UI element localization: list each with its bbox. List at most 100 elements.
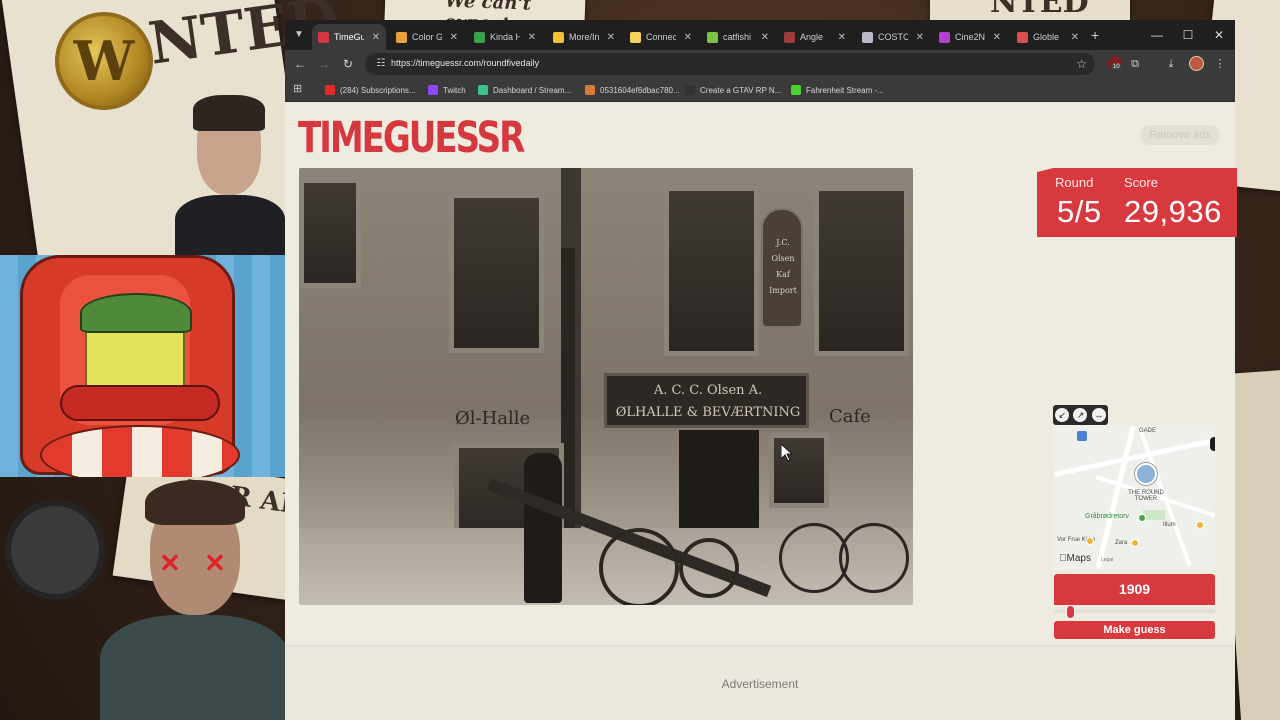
tab-label: Connect: [646, 32, 676, 42]
browser-tab[interactable]: Connect ✕: [624, 24, 698, 50]
map-park: [1143, 510, 1165, 520]
download-icon[interactable]: ⤓: [1163, 56, 1179, 72]
year-slider[interactable]: [1054, 605, 1215, 619]
pin-map-icon[interactable]: ↔: [1091, 408, 1106, 422]
map-pin-yellow[interactable]: [1131, 539, 1139, 547]
tab-strip: ▼ TimeGu✕Color G✕Kinda H✕More/In✕Connect…: [285, 20, 1235, 50]
bookmark-favicon-icon: [325, 85, 335, 95]
extension-icon[interactable]: 10: [1108, 56, 1122, 70]
tab-search-icon[interactable]: ▼: [291, 27, 307, 43]
photo-shop-sign: A. C. C. Olsen A. ØLHALLE & BEVÆRTNING: [604, 373, 809, 428]
round-tower-marker-icon[interactable]: [1135, 463, 1157, 485]
minimize-button[interactable]: —: [1147, 26, 1167, 44]
bookmark-item[interactable]: 0531604ef6dbac780...: [585, 82, 680, 98]
year-slider-track[interactable]: [1054, 609, 1215, 613]
guess-map[interactable]: GADE THE ROUND TOWER Gråbrødretorv Illum…: [1053, 425, 1215, 570]
apps-grid-icon[interactable]: ⊞: [293, 82, 307, 96]
profile-avatar[interactable]: [1189, 56, 1204, 71]
map-legal-link[interactable]: Legal: [1101, 557, 1113, 563]
browser-tab[interactable]: COSTCO ✕: [856, 24, 930, 50]
bookmark-label: Twitch: [443, 85, 466, 95]
tab-close-icon[interactable]: ✕: [993, 32, 1001, 43]
make-guess-button[interactable]: Make guess: [1054, 621, 1215, 639]
timeguessr-logo[interactable]: TIMEGUESSR: [298, 113, 525, 163]
tab-close-icon[interactable]: ✕: [528, 32, 536, 43]
map-location-icon[interactable]: [1077, 431, 1087, 441]
avatar-hair: [193, 95, 265, 131]
tab-label: Color G: [412, 32, 442, 42]
apple-maps-brand: Maps: [1059, 553, 1091, 564]
bookmark-label: Fahrenheit Stream -...: [806, 85, 884, 95]
menu-kebab-icon[interactable]: ⋮: [1212, 56, 1228, 72]
tab-favicon-icon: [1017, 31, 1028, 43]
score-card: Round Score 5/5 29,936: [1037, 168, 1237, 237]
tab-close-icon[interactable]: ✕: [372, 32, 380, 43]
extension-count: 10: [1111, 64, 1122, 70]
avatar-body: [175, 195, 285, 255]
map-zara-label: Zara: [1115, 540, 1128, 546]
reload-icon[interactable]: ↻: [339, 55, 357, 73]
historic-photo[interactable]: J.C. Olsen Kaf Import A. C. C. Olsen A. …: [299, 168, 913, 605]
tab-favicon-icon: [862, 31, 873, 43]
expand-map-icon[interactable]: ↗: [1073, 408, 1088, 422]
map-pin-yellow[interactable]: [1086, 537, 1094, 545]
bookmark-item[interactable]: Fahrenheit Stream -...: [791, 82, 884, 98]
bookmark-label: Create a GTAV RP N...: [700, 85, 782, 95]
maximize-button[interactable]: ☐: [1178, 26, 1198, 44]
site-info-icon[interactable]: ☷: [373, 56, 389, 72]
tab-close-icon[interactable]: ✕: [607, 32, 615, 43]
round-value: 5/5: [1057, 194, 1102, 229]
back-arrow-icon[interactable]: ←: [291, 55, 309, 73]
browser-tab[interactable]: catfishi ✕: [701, 24, 775, 50]
year-slider-thumb[interactable]: [1066, 605, 1075, 619]
badge-letter: W: [73, 29, 135, 93]
browser-tab[interactable]: More/In ✕: [547, 24, 621, 50]
tab-favicon-icon: [318, 31, 329, 43]
close-window-button[interactable]: ✕: [1209, 26, 1229, 44]
tab-close-icon[interactable]: ✕: [450, 32, 458, 43]
tab-favicon-icon: [474, 31, 485, 43]
shrink-map-icon[interactable]: ↙: [1055, 408, 1070, 422]
score-label: Score: [1124, 175, 1158, 190]
tab-favicon-icon: [553, 31, 564, 43]
gold-badge-icon: W: [55, 12, 153, 110]
tab-close-icon[interactable]: ✕: [761, 32, 769, 43]
forward-arrow-icon[interactable]: →: [315, 55, 333, 73]
tab-close-icon[interactable]: ✕: [1071, 32, 1079, 43]
browser-tab[interactable]: Color G ✕: [390, 24, 464, 50]
bookmark-item[interactable]: (284) Subscriptions...: [325, 82, 416, 98]
new-tab-button[interactable]: +: [1091, 27, 1099, 43]
url-text[interactable]: https://timeguessr.com/roundfivedaily: [391, 58, 539, 68]
webcam-cartoon-panel: [0, 255, 290, 477]
browser-tab[interactable]: Globle ✕: [1011, 24, 1085, 50]
tab-close-icon[interactable]: ✕: [838, 32, 846, 43]
extensions-puzzle-icon[interactable]: ⧉: [1127, 56, 1143, 72]
bookmark-star-icon[interactable]: ☆: [1076, 56, 1087, 72]
tab-favicon-icon: [630, 31, 641, 43]
browser-toolbar: ← → ↻ ☷ https://timeguessr.com/roundfive…: [285, 50, 1235, 78]
map-pin-yellow[interactable]: [1196, 521, 1204, 529]
bookmark-item[interactable]: Twitch: [428, 82, 466, 98]
map-side-handle[interactable]: [1210, 437, 1215, 451]
bookmark-item[interactable]: Create a GTAV RP N...: [685, 82, 781, 98]
browser-tab[interactable]: Angle ✕: [778, 24, 852, 50]
tab-label: More/In: [569, 32, 599, 42]
bookmark-item[interactable]: Dashboard / Stream...: [478, 82, 571, 98]
tab-close-icon[interactable]: ✕: [684, 32, 692, 43]
browser-tab[interactable]: TimeGu ✕: [312, 24, 386, 50]
photo-cafe-text: Cafe: [829, 406, 871, 427]
address-bar[interactable]: ☷ https://timeguessr.com/roundfivedaily …: [365, 53, 1095, 75]
bookmark-label: 0531604ef6dbac780...: [600, 85, 680, 95]
year-display: 1909: [1054, 574, 1215, 605]
photo-man: [524, 453, 562, 603]
tab-favicon-icon: [396, 31, 407, 43]
avatar-hair: [145, 480, 245, 525]
map-road: [1054, 438, 1214, 477]
remove-ads-button[interactable]: Remove ads: [1140, 125, 1220, 145]
tab-close-icon[interactable]: ✕: [916, 32, 924, 43]
bookmark-favicon-icon: [685, 85, 695, 95]
map-pin-green[interactable]: [1138, 514, 1146, 522]
browser-tab[interactable]: Kinda H ✕: [468, 24, 542, 50]
browser-tab[interactable]: Cine2Ne ✕: [933, 24, 1007, 50]
red-scarf: [60, 385, 220, 421]
